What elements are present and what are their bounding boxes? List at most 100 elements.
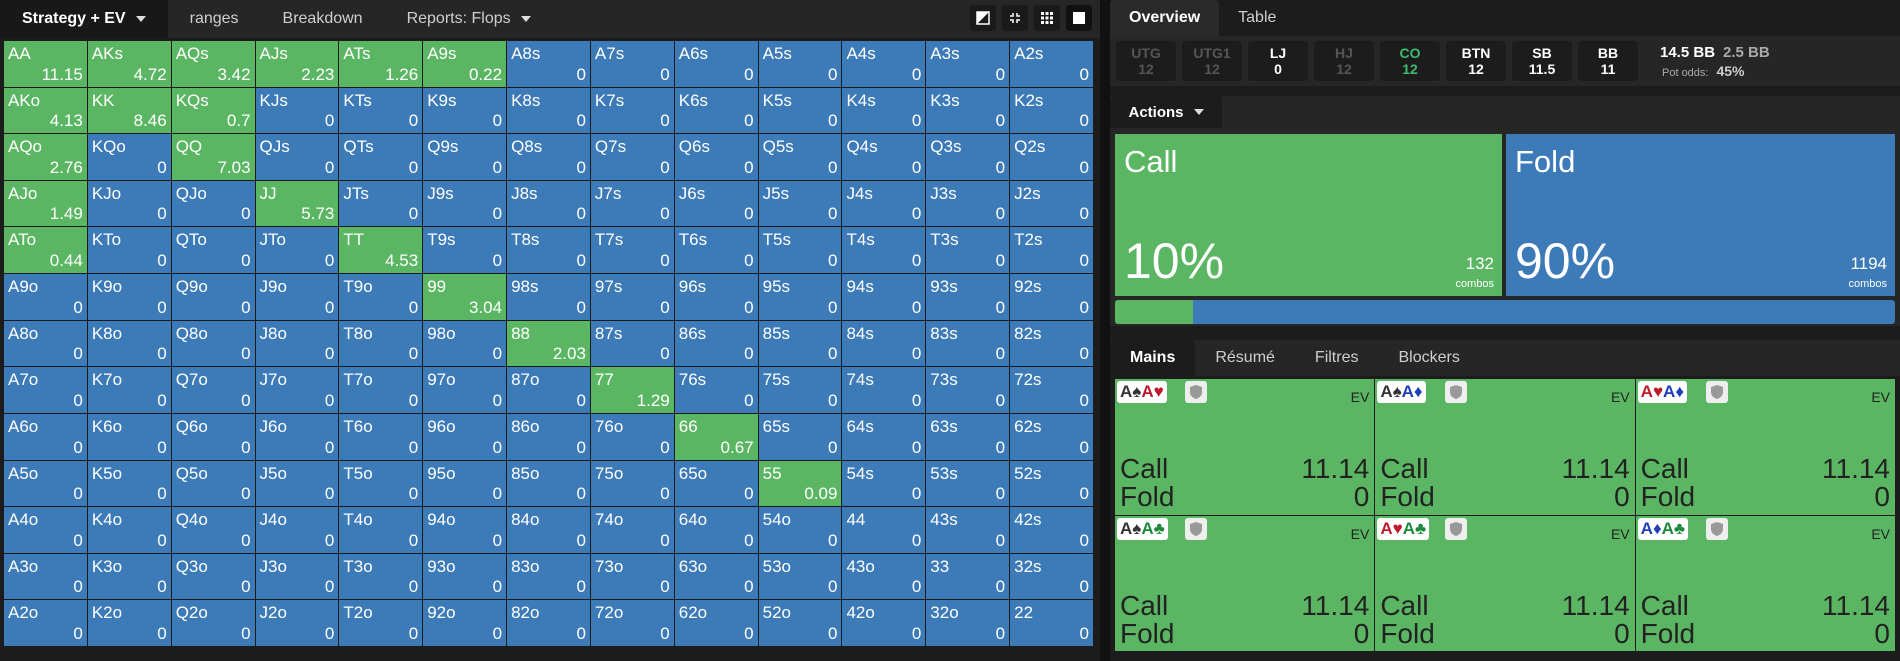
hand-cell[interactable]: K8o 0: [87, 320, 171, 367]
compress-button[interactable]: [1002, 5, 1028, 31]
hand-cell[interactable]: QJs 0: [255, 134, 339, 180]
hand-cell[interactable]: A9o 0: [4, 274, 87, 320]
hand-cell[interactable]: 84s 0: [842, 320, 926, 367]
hand-cell[interactable]: Q4o 0: [171, 507, 255, 553]
hand-cell[interactable]: Q6s 0: [674, 134, 758, 180]
hand-cell[interactable]: Q3s 0: [926, 134, 1010, 180]
hand-cell[interactable]: QTo 0: [171, 227, 255, 274]
hand-cell[interactable]: 63o 0: [674, 553, 758, 600]
hand-cell[interactable]: K2s 0: [1010, 87, 1093, 134]
square-button[interactable]: [1066, 5, 1092, 31]
hand-cell[interactable]: KTs 0: [339, 87, 423, 134]
hand-cell[interactable]: K8s 0: [507, 87, 590, 134]
hand-cell[interactable]: JJ 5.73: [255, 180, 339, 227]
hand-cell[interactable]: J6o 0: [255, 413, 339, 460]
hand-cell[interactable]: T5s 0: [758, 227, 842, 274]
shield-icon[interactable]: [1185, 381, 1207, 403]
hand-cell[interactable]: AKs 4.72: [87, 41, 171, 87]
hand-cell[interactable]: KJo 0: [87, 180, 171, 227]
shield-icon[interactable]: [1445, 517, 1468, 540]
hand-cell[interactable]: T6s 0: [674, 227, 758, 274]
hand-cell[interactable]: K4o 0: [87, 507, 171, 553]
hand-cell[interactable]: Q9s 0: [423, 134, 507, 180]
hand-cell[interactable]: K7s 0: [590, 87, 674, 134]
hand-cell[interactable]: J5o 0: [255, 460, 339, 507]
hand-cell[interactable]: 55 0.09: [758, 460, 842, 507]
hand-cell[interactable]: J7o 0: [255, 367, 339, 413]
hand-cell[interactable]: T3o 0: [339, 553, 423, 600]
position-lj[interactable]: LJ 0: [1248, 41, 1308, 81]
tab-ranges[interactable]: ranges: [168, 0, 261, 38]
hand-cell[interactable]: K7o 0: [87, 367, 171, 413]
hand-cell[interactable]: Q5o 0: [171, 460, 255, 507]
hand-cell[interactable]: 64s 0: [842, 413, 926, 460]
hand-cell[interactable]: J9o 0: [255, 274, 339, 320]
hand-cell[interactable]: K9s 0: [423, 87, 507, 134]
hand-cell[interactable]: A2s 0: [1010, 41, 1093, 87]
hand-cell[interactable]: Q2s 0: [1010, 134, 1093, 180]
hand-cell[interactable]: Q9o 0: [171, 274, 255, 320]
hand-cell[interactable]: 54s 0: [842, 460, 926, 507]
hand-cell[interactable]: J5s 0: [758, 180, 842, 227]
hand-cell[interactable]: K5s 0: [758, 87, 842, 134]
hand-cell[interactable]: T6o 0: [339, 413, 423, 460]
hand-cell[interactable]: 96s 0: [674, 274, 758, 320]
combo-card[interactable]: A ♥ A ♣ EV Call 11.14 Fold 0: [1375, 515, 1635, 651]
hand-cell[interactable]: 62s 0: [1010, 413, 1093, 460]
hand-cell[interactable]: JTo 0: [255, 227, 339, 274]
hand-cell[interactable]: Q3o 0: [171, 553, 255, 600]
hand-cell[interactable]: 99 3.04: [423, 274, 507, 320]
hand-cell[interactable]: Q8s 0: [507, 134, 590, 180]
hand-cell[interactable]: J3s 0: [926, 180, 1010, 227]
hand-cell[interactable]: 72s 0: [1010, 367, 1093, 413]
hand-cell[interactable]: 66 0.67: [674, 413, 758, 460]
hand-cell[interactable]: Q8o 0: [171, 320, 255, 367]
hand-cell[interactable]: T4s 0: [842, 227, 926, 274]
hand-cell[interactable]: 86o 0: [507, 413, 590, 460]
tab-breakdown[interactable]: Breakdown: [261, 0, 385, 38]
hand-cell[interactable]: K3o 0: [87, 553, 171, 600]
hand-cell[interactable]: A5o 0: [4, 460, 87, 507]
hand-cell[interactable]: 74o 0: [590, 507, 674, 553]
hand-cell[interactable]: K6s 0: [674, 87, 758, 134]
position-hj[interactable]: HJ 12: [1314, 41, 1374, 81]
hand-cell[interactable]: AQs 3.42: [171, 41, 255, 87]
hand-cell[interactable]: 94o 0: [423, 507, 507, 553]
hand-cell[interactable]: 52s 0: [1010, 460, 1093, 507]
hand-cell[interactable]: K5o 0: [87, 460, 171, 507]
hand-cell[interactable]: T3s 0: [926, 227, 1010, 274]
combo-card[interactable]: A ♠ A ♥ EV Call 11.14 Fold 0: [1115, 379, 1375, 515]
hand-cell[interactable]: QQ 7.03: [171, 134, 255, 180]
position-bb[interactable]: BB 11: [1578, 41, 1638, 81]
hand-cell[interactable]: K6o 0: [87, 413, 171, 460]
hand-cell[interactable]: 77 1.29: [590, 367, 674, 413]
hand-cell[interactable]: J2o 0: [255, 600, 339, 646]
hand-cell[interactable]: 98o 0: [423, 320, 507, 367]
hand-cell[interactable]: A6s 0: [674, 41, 758, 87]
hand-cell[interactable]: K2o 0: [87, 600, 171, 646]
hand-cell[interactable]: T2s 0: [1010, 227, 1093, 274]
hand-cell[interactable]: 94s 0: [842, 274, 926, 320]
hand-cell[interactable]: A4o 0: [4, 507, 87, 553]
hand-cell[interactable]: Q7s 0: [590, 134, 674, 180]
hand-cell[interactable]: A9s 0.22: [423, 41, 507, 87]
shield-icon[interactable]: [1705, 381, 1728, 403]
hand-cell[interactable]: J3o 0: [255, 553, 339, 600]
hand-cell[interactable]: A5s 0: [758, 41, 842, 87]
hand-cell[interactable]: J8s 0: [507, 180, 590, 227]
hand-cell[interactable]: ATo 0.44: [4, 227, 87, 274]
hand-cell[interactable]: 97o 0: [423, 367, 507, 413]
hand-cell[interactable]: J7s 0: [590, 180, 674, 227]
position-co[interactable]: CO 12: [1380, 41, 1440, 81]
actions-dropdown[interactable]: Actions: [1110, 96, 1222, 128]
tab-resume[interactable]: Résumé: [1195, 340, 1295, 376]
hand-cell[interactable]: K4s 0: [842, 87, 926, 134]
hand-cell[interactable]: 83s 0: [926, 320, 1010, 367]
hand-cell[interactable]: 64o 0: [674, 507, 758, 553]
hand-cell[interactable]: 82o 0: [507, 600, 590, 646]
hand-cell[interactable]: QJo 0: [171, 180, 255, 227]
hand-cell[interactable]: Q6o 0: [171, 413, 255, 460]
hand-cell[interactable]: J4o 0: [255, 507, 339, 553]
hand-cell[interactable]: 92s 0: [1010, 274, 1093, 320]
hand-cell[interactable]: 84o 0: [507, 507, 590, 553]
